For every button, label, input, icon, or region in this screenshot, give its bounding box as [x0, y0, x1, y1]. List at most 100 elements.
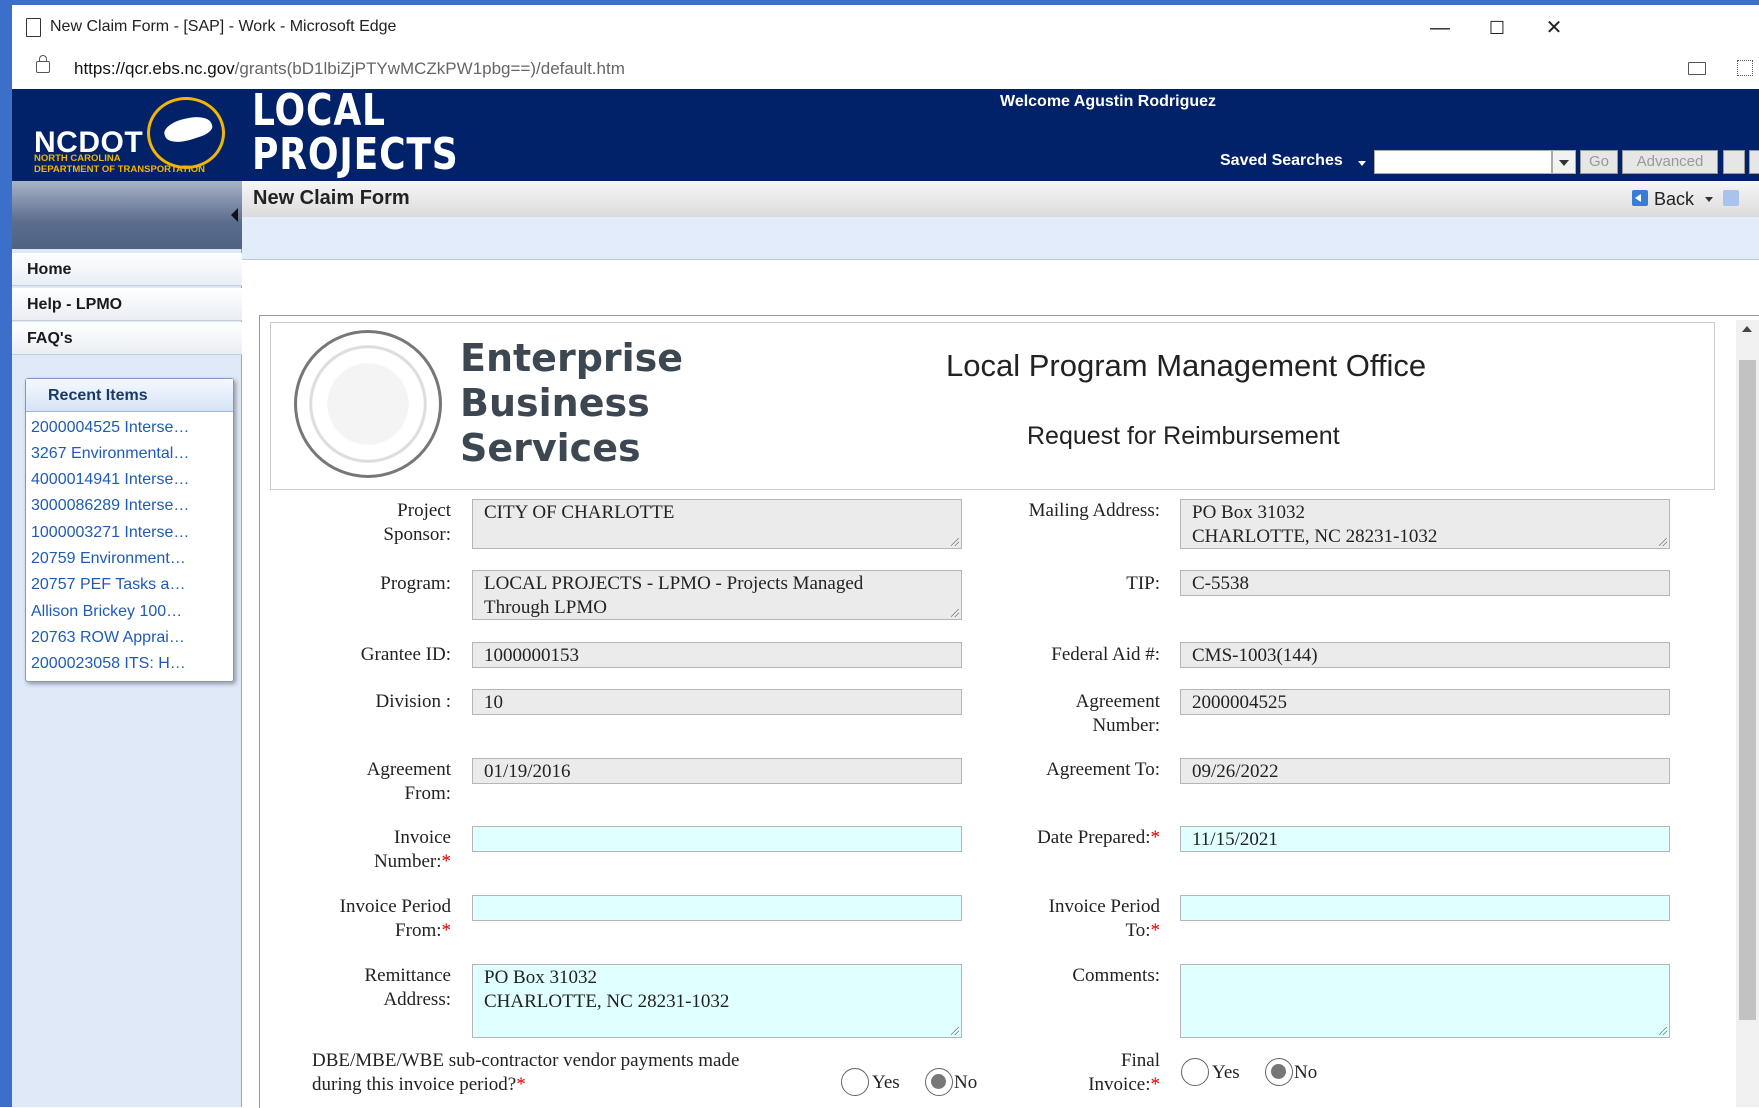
recent-item-link[interactable]: 1000003271 Interse…	[31, 524, 189, 542]
invoice-number-label: Invoice Number:*	[251, 826, 451, 874]
sidebar-item-home[interactable]: Home	[12, 253, 242, 286]
label-line: From:	[404, 783, 451, 804]
go-button[interactable]: Go	[1580, 150, 1618, 174]
url-text[interactable]: https://qcr.ebs.nc.gov/grants(bD1lbiZjPT…	[74, 59, 625, 79]
reading-view-icon[interactable]	[1688, 62, 1706, 75]
dbe-no-radio[interactable]	[925, 1068, 953, 1096]
required-mark: *	[441, 920, 452, 941]
federal-aid-field[interactable]: CMS-1003(144)	[1180, 642, 1670, 668]
division-field[interactable]: 10	[472, 689, 962, 715]
recent-item-link[interactable]: 20763 ROW Apprai…	[31, 629, 185, 647]
back-icon[interactable]	[1632, 190, 1648, 206]
url-domain: https://qcr.ebs.nc.gov	[74, 59, 235, 78]
mailing-address-field[interactable]: PO Box 31032 CHARLOTTE, NC 28231-1032	[1180, 499, 1670, 549]
saved-searches-menu[interactable]: Saved Searches	[1220, 152, 1343, 170]
required-mark: *	[1150, 920, 1161, 941]
remittance-address-label: Remittance Address:	[251, 964, 451, 1012]
final-invoice-yes-label: Yes	[1212, 1062, 1240, 1083]
delete-icon[interactable]	[1749, 150, 1759, 174]
label-line: Invoice Period	[1048, 896, 1160, 917]
window-title: New Claim Form - [SAP] - Work - Microsof…	[50, 18, 397, 35]
collapse-sidebar-icon[interactable]	[231, 208, 238, 222]
dbe-yes-label: Yes	[872, 1072, 900, 1093]
final-invoice-no-radio[interactable]	[1265, 1058, 1293, 1086]
invoice-period-from-input[interactable]	[472, 895, 962, 921]
final-invoice-label: Final Invoice:*	[960, 1049, 1160, 1097]
label-line: To:	[1125, 920, 1151, 941]
page-title-bar	[242, 181, 1759, 218]
agreement-number-label: Agreement Number:	[960, 690, 1160, 738]
invoice-period-to-label: Invoice Period To:*	[960, 895, 1160, 943]
recent-item-link[interactable]: 3267 Environmental…	[31, 445, 189, 463]
label-line: From:	[395, 920, 442, 941]
recent-item-link[interactable]: 2000004525 Interse…	[31, 419, 189, 437]
label-line: DBE/MBE/WBE sub-contractor vendor paymen…	[312, 1050, 740, 1071]
maximize-button[interactable]: ☐	[1477, 13, 1517, 43]
advanced-search-button[interactable]: Advanced	[1622, 150, 1718, 174]
address-bar[interactable]: https://qcr.ebs.nc.gov/grants(bD1lbiZjPT…	[12, 48, 1759, 90]
division-label: Division :	[375, 691, 451, 712]
browser-title-bar: New Claim Form - [SAP] - Work - Microsof…	[12, 5, 1759, 48]
label-line: Remittance	[364, 965, 451, 986]
recent-item-link[interactable]: 20759 Environment…	[31, 550, 186, 568]
welcome-message: Welcome Agustin Rodriguez	[1000, 93, 1217, 110]
label-line: Agreement	[1075, 691, 1160, 712]
scrollbar-thumb[interactable]	[1739, 360, 1756, 1020]
invoice-number-input[interactable]	[472, 826, 962, 852]
minimize-button[interactable]: —	[1420, 13, 1460, 43]
sidebar-item-help-lpmo[interactable]: Help - LPMO	[12, 288, 242, 321]
agreement-number-field[interactable]: 2000004525	[1180, 689, 1670, 715]
label-line: Number:	[373, 851, 442, 872]
label-line: Invoice	[394, 827, 451, 848]
url-path: /grants(bD1lbiZjPTYwMCZkPW1pbg==)/defaul…	[234, 59, 625, 78]
app-name-line-2: PROJECTS	[252, 129, 459, 180]
recent-item-link[interactable]: 20757 PEF Tasks a…	[31, 576, 185, 594]
ebs-line-3: Services	[460, 426, 641, 470]
sidebar-item-faqs[interactable]: FAQ's	[12, 322, 242, 355]
tip-field[interactable]: C-5538	[1180, 570, 1670, 596]
lock-icon	[36, 55, 50, 73]
dbe-question-label: DBE/MBE/WBE sub-contractor vendor paymen…	[312, 1049, 739, 1097]
remittance-address-input[interactable]: PO Box 31032 CHARLOTTE, NC 28231-1032	[472, 964, 962, 1038]
caret-down-icon[interactable]	[1358, 161, 1366, 166]
back-button[interactable]: Back	[1654, 189, 1694, 210]
agreement-to-field[interactable]: 09/26/2022	[1180, 758, 1670, 784]
recent-item-link[interactable]: 3000086289 Interse…	[31, 497, 189, 515]
agreement-to-label: Agreement To:	[1046, 759, 1160, 780]
app-header: NCDOT NORTH CAROLINA DEPARTMENT OF TRANSP…	[12, 89, 1759, 181]
recent-item-link[interactable]: 2000023058 ITS: H…	[31, 655, 186, 673]
scroll-up-icon[interactable]	[1742, 326, 1752, 332]
grantee-id-field[interactable]: 1000000153	[472, 642, 962, 668]
final-invoice-yes-radio[interactable]	[1181, 1058, 1209, 1086]
mailing-address-label: Mailing Address:	[1028, 500, 1160, 521]
label-line: Number:	[1092, 715, 1160, 736]
ncdot-bird-logo-icon	[147, 97, 225, 169]
nc-state-seal-icon	[294, 330, 442, 478]
recent-items-title: Recent Items	[26, 379, 233, 412]
invoice-period-from-label: Invoice Period From:*	[251, 895, 451, 943]
extensions-icon[interactable]	[1737, 60, 1753, 76]
recent-item-link[interactable]: Allison Brickey 100…	[31, 603, 182, 621]
dbe-yes-radio[interactable]	[841, 1068, 869, 1096]
search-input[interactable]	[1374, 150, 1552, 174]
comments-label: Comments:	[1072, 965, 1160, 986]
sidebar-banner	[12, 181, 242, 249]
back-history-caret-icon[interactable]	[1705, 197, 1713, 202]
new-window-icon[interactable]	[1723, 150, 1745, 174]
search-dropdown-button[interactable]	[1552, 150, 1576, 174]
close-button[interactable]: ✕	[1534, 13, 1574, 43]
project-sponsor-label: Project Sponsor:	[251, 499, 451, 547]
date-prepared-input[interactable]: 11/15/2021	[1180, 826, 1670, 852]
comments-input[interactable]	[1180, 964, 1670, 1038]
forward-icon[interactable]	[1723, 190, 1739, 206]
office-title: Local Program Management Office	[946, 348, 1427, 383]
recent-item-link[interactable]: 4000014941 Interse…	[31, 471, 189, 489]
label-line: during this invoice period?	[312, 1074, 517, 1095]
invoice-period-to-input[interactable]	[1180, 895, 1670, 921]
agreement-from-field[interactable]: 01/19/2016	[472, 758, 962, 784]
label-line: Sponsor:	[383, 524, 451, 545]
label-line: Invoice:	[1088, 1074, 1151, 1095]
project-sponsor-field[interactable]: CITY OF CHARLOTTE	[472, 499, 962, 549]
ebs-logo-text: Enterprise Business Services	[460, 336, 683, 471]
program-field[interactable]: LOCAL PROJECTS - LPMO - Projects Managed…	[472, 570, 962, 620]
